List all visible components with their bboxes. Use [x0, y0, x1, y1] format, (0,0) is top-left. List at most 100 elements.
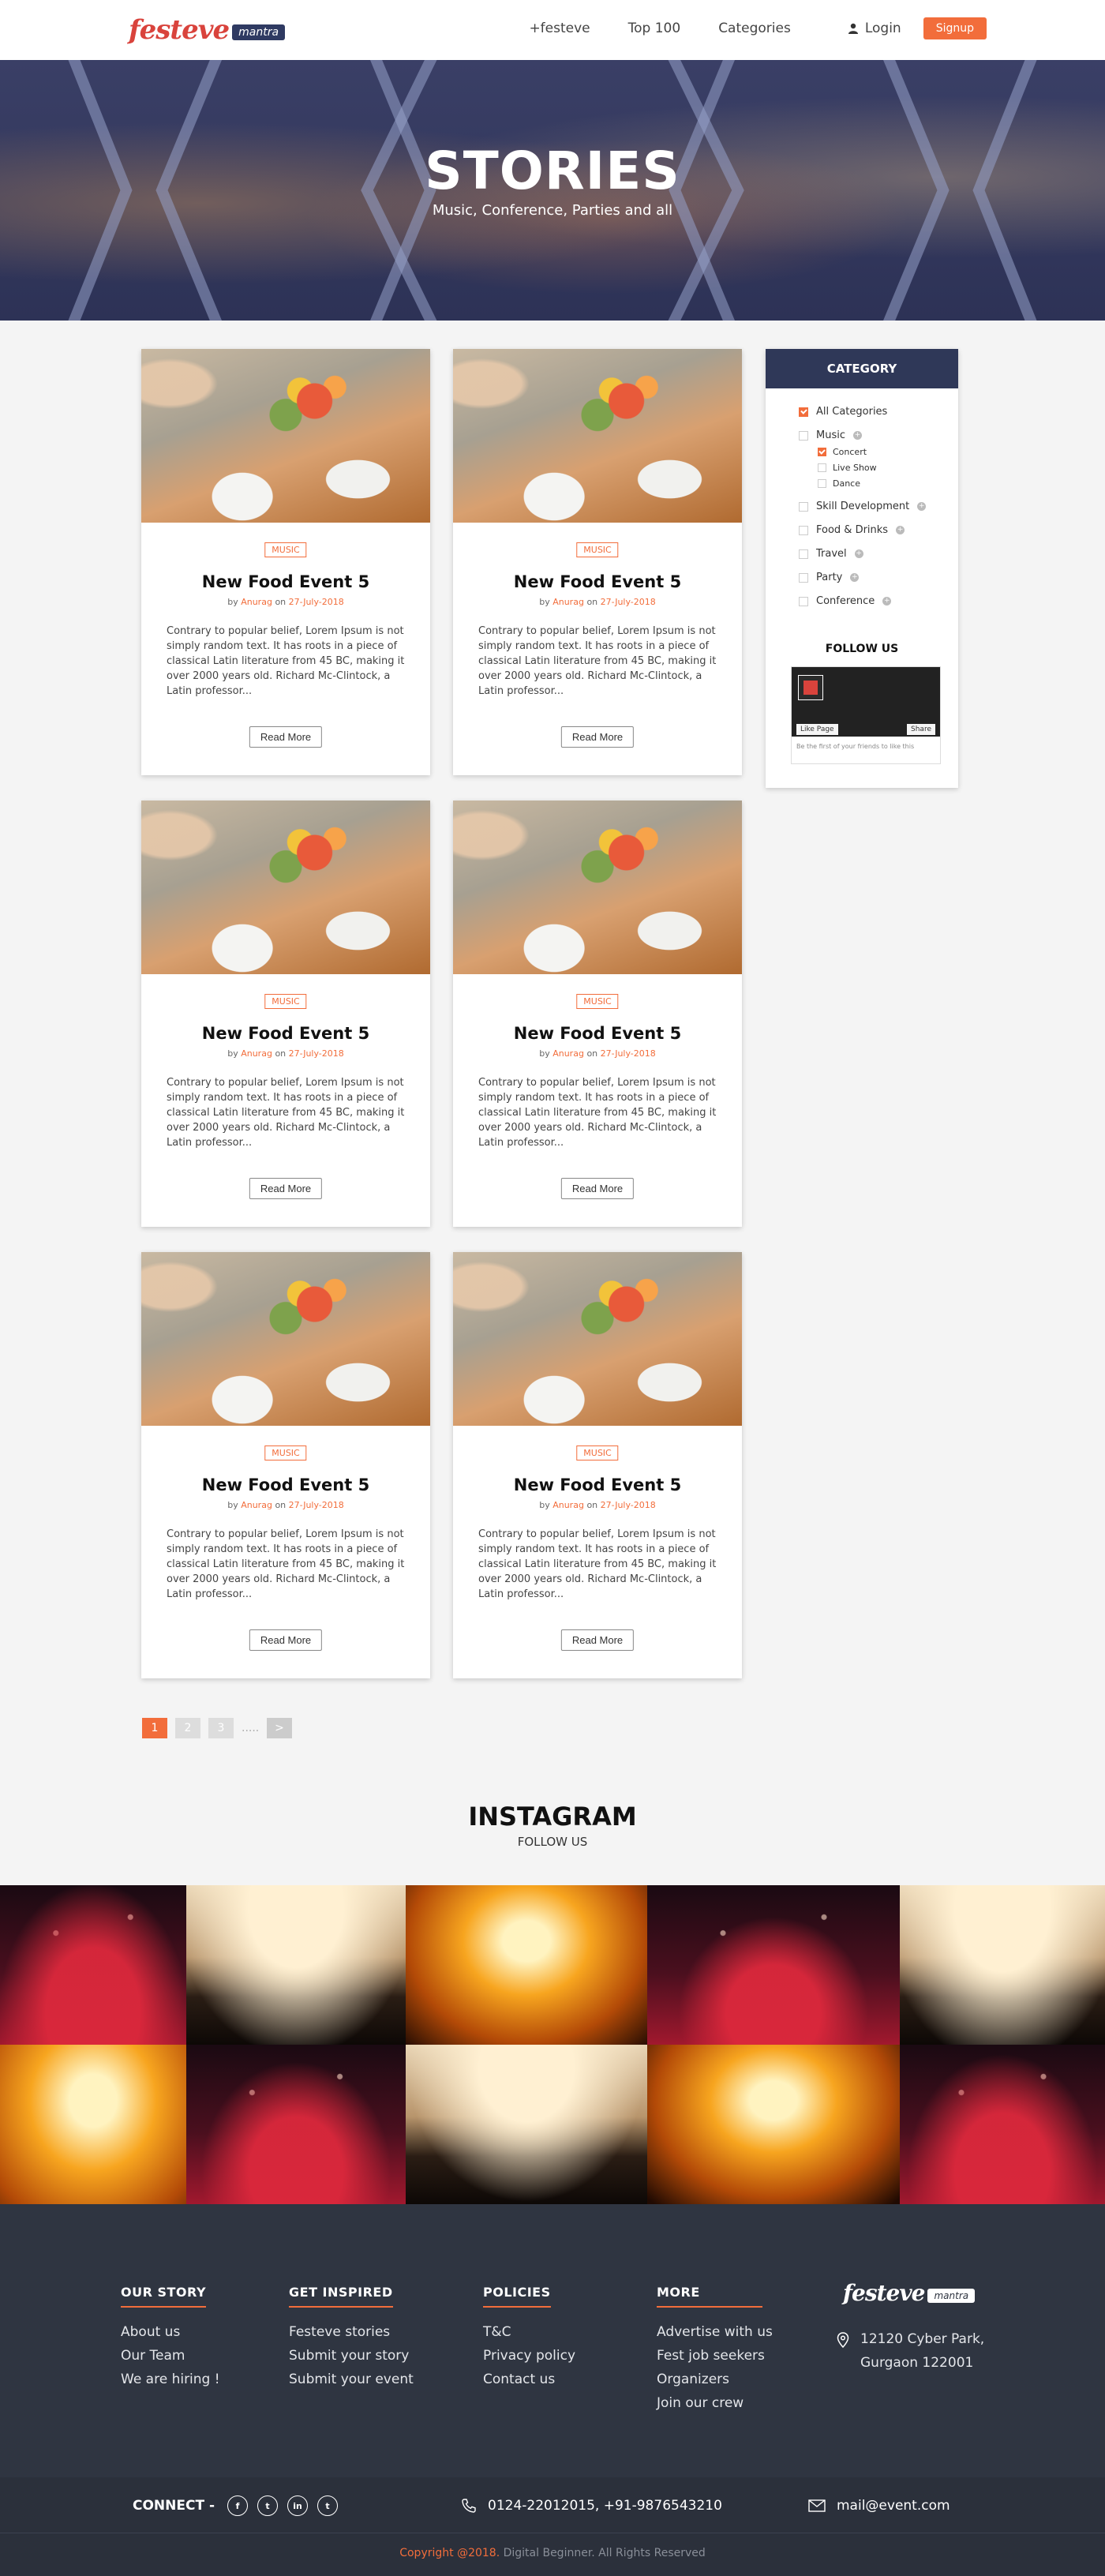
footer-logo[interactable]: festeve mantra	[843, 2280, 976, 2306]
signup-button[interactable]: Signup	[923, 17, 987, 39]
expand-icon[interactable]: +	[853, 431, 862, 440]
expand-icon[interactable]: +	[917, 502, 927, 511]
login-link[interactable]: Login	[848, 21, 901, 36]
checkbox[interactable]	[799, 572, 808, 583]
read-more-button[interactable]: Read More	[249, 1629, 323, 1651]
twitter-icon[interactable]: t	[257, 2495, 279, 2516]
checkbox[interactable]	[799, 430, 808, 441]
category-all[interactable]: All Categories	[799, 406, 887, 418]
instagram-photo[interactable]	[900, 1885, 1105, 2045]
expand-icon[interactable]: +	[882, 597, 892, 606]
checkbox[interactable]	[818, 463, 826, 472]
footer-link[interactable]: Submit your event	[289, 2368, 414, 2391]
footer-link[interactable]: Submit your story	[289, 2344, 414, 2368]
story-author[interactable]: Anurag	[552, 597, 584, 607]
story-tag[interactable]: MUSIC	[264, 542, 307, 557]
expand-icon[interactable]: +	[850, 573, 860, 582]
category-dance[interactable]: Dance	[818, 478, 860, 489]
footer-link[interactable]: Fest job seekers	[657, 2344, 773, 2368]
story-image[interactable]	[141, 349, 430, 523]
instagram-subheading[interactable]: FOLLOW US	[0, 1835, 1105, 1849]
checkbox[interactable]	[799, 525, 808, 535]
linkedin-icon[interactable]: in	[287, 2495, 309, 2516]
footer-link[interactable]: Organizers	[657, 2368, 773, 2391]
category-skill-development[interactable]: Skill Development +	[799, 501, 927, 512]
story-image[interactable]	[141, 801, 430, 974]
story-author[interactable]: Anurag	[241, 1500, 272, 1510]
category-food-drinks[interactable]: Food & Drinks +	[799, 524, 905, 536]
instagram-photo[interactable]	[186, 1885, 406, 2045]
page-2-button[interactable]: 2	[175, 1718, 200, 1738]
category-concert[interactable]: Concert	[818, 447, 867, 457]
instagram-photo[interactable]	[647, 1885, 900, 2045]
expand-icon[interactable]: +	[896, 526, 905, 534]
page-3-button[interactable]: 3	[208, 1718, 234, 1738]
checkbox-checked[interactable]	[799, 407, 808, 417]
footer-link[interactable]: T&C	[483, 2320, 575, 2344]
story-image[interactable]	[453, 349, 742, 523]
story-image[interactable]	[453, 801, 742, 974]
category-conference[interactable]: Conference +	[799, 595, 892, 607]
expand-icon[interactable]: +	[854, 549, 863, 558]
twitter-icon[interactable]: t	[317, 2495, 339, 2516]
story-title[interactable]: New Food Event 5	[453, 572, 742, 591]
checkbox[interactable]	[799, 549, 808, 559]
story-author[interactable]: Anurag	[552, 1048, 584, 1059]
category-live-show[interactable]: Live Show	[818, 463, 877, 473]
checkbox-checked[interactable]	[818, 448, 826, 456]
story-tag[interactable]: MUSIC	[576, 542, 619, 557]
site-logo[interactable]: festeve mantra	[129, 14, 286, 46]
story-author[interactable]: Anurag	[241, 597, 272, 607]
read-more-button[interactable]: Read More	[249, 1178, 323, 1199]
checkbox[interactable]	[799, 501, 808, 512]
facebook-page-widget[interactable]: Like Page Share Be the first of your fri…	[791, 666, 941, 764]
instagram-photo[interactable]	[0, 2045, 186, 2204]
footer-link[interactable]: Contact us	[483, 2368, 575, 2391]
read-more-button[interactable]: Read More	[249, 726, 323, 748]
story-title[interactable]: New Food Event 5	[453, 1024, 742, 1043]
story-author[interactable]: Anurag	[552, 1500, 584, 1510]
story-image[interactable]	[453, 1252, 742, 1426]
read-more-button[interactable]: Read More	[560, 726, 635, 748]
instagram-photo[interactable]	[647, 2045, 900, 2204]
instagram-photo[interactable]	[406, 1885, 647, 2045]
category-music[interactable]: Music +	[799, 429, 862, 441]
footer-link[interactable]: Join our crew	[657, 2391, 773, 2415]
story-title[interactable]: New Food Event 5	[141, 1024, 430, 1043]
footer-link[interactable]: Festeve stories	[289, 2320, 414, 2344]
instagram-photo[interactable]	[406, 2045, 647, 2204]
nav-top-100[interactable]: Top 100	[628, 21, 681, 36]
category-party[interactable]: Party +	[799, 572, 860, 583]
checkbox[interactable]	[818, 479, 826, 488]
footer-link[interactable]: Advertise with us	[657, 2320, 773, 2344]
story-title[interactable]: New Food Event 5	[141, 1475, 430, 1494]
email-address[interactable]: mail@event.com	[837, 2498, 950, 2514]
story-tag[interactable]: MUSIC	[576, 1445, 619, 1460]
instagram-photo[interactable]	[0, 1885, 186, 2045]
story-tag[interactable]: MUSIC	[264, 1445, 307, 1460]
story-title[interactable]: New Food Event 5	[141, 572, 430, 591]
footer-link[interactable]: About us	[121, 2320, 220, 2344]
read-more-button[interactable]: Read More	[560, 1629, 635, 1651]
fb-share-button[interactable]: Share	[907, 724, 935, 735]
nav-festeve[interactable]: +festeve	[529, 21, 590, 36]
story-author[interactable]: Anurag	[241, 1048, 272, 1059]
footer-link[interactable]: Privacy policy	[483, 2344, 575, 2368]
story-tag[interactable]: MUSIC	[576, 994, 619, 1009]
page-1-button[interactable]: 1	[142, 1718, 167, 1738]
category-travel[interactable]: Travel +	[799, 548, 863, 560]
story-image[interactable]	[141, 1252, 430, 1426]
checkbox[interactable]	[799, 596, 808, 606]
instagram-photo[interactable]	[900, 2045, 1105, 2204]
phone-numbers[interactable]: 0124-22012015, +91-9876543210	[488, 2498, 722, 2514]
story-title[interactable]: New Food Event 5	[453, 1475, 742, 1494]
story-tag[interactable]: MUSIC	[264, 994, 307, 1009]
read-more-button[interactable]: Read More	[560, 1178, 635, 1199]
facebook-icon[interactable]: f	[227, 2495, 249, 2516]
fb-like-button[interactable]: Like Page	[796, 724, 838, 735]
footer-link[interactable]: Our Team	[121, 2344, 220, 2368]
footer-link[interactable]: We are hiring !	[121, 2368, 220, 2391]
instagram-photo[interactable]	[186, 2045, 406, 2204]
next-page-button[interactable]: >	[267, 1718, 292, 1738]
nav-categories[interactable]: Categories	[718, 21, 791, 36]
